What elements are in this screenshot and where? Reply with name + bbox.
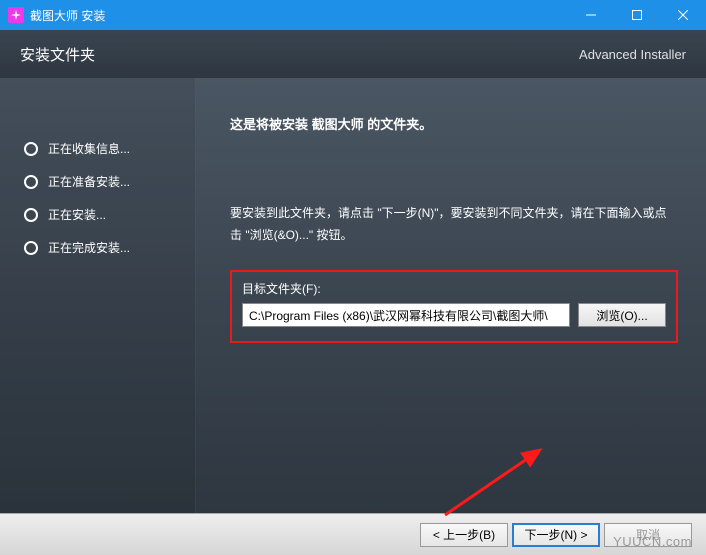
page-title: 安装文件夹: [20, 44, 95, 65]
app-icon: [8, 7, 24, 23]
step-label: 正在收集信息...: [48, 140, 130, 157]
maximize-button[interactable]: [614, 0, 660, 30]
target-row: 浏览(O)...: [242, 303, 666, 327]
step-finishing: 正在完成安装...: [24, 239, 195, 256]
step-collecting: 正在收集信息...: [24, 140, 195, 157]
sidebar: 正在收集信息... 正在准备安装... 正在安装... 正在完成安装...: [0, 78, 196, 513]
step-label: 正在准备安装...: [48, 173, 130, 190]
maximize-icon: [632, 10, 642, 20]
window-title: 截图大师 安装: [30, 7, 568, 24]
step-label: 正在完成安装...: [48, 239, 130, 256]
target-folder-box: 目标文件夹(F): 浏览(O)...: [230, 270, 678, 343]
content-area: 正在收集信息... 正在准备安装... 正在安装... 正在完成安装... 这是…: [0, 78, 706, 513]
browse-button[interactable]: 浏览(O)...: [578, 303, 666, 327]
next-button[interactable]: 下一步(N) >: [512, 523, 600, 547]
header: 安装文件夹 Advanced Installer: [0, 30, 706, 78]
main-panel: 这是将被安装 截图大师 的文件夹。 要安装到此文件夹，请点击 "下一步(N)"，…: [196, 78, 706, 513]
titlebar: 截图大师 安装: [0, 0, 706, 30]
installer-window: 截图大师 安装 安装文件夹 Advanced Installer 正在收集信息.…: [0, 0, 706, 555]
close-button[interactable]: [660, 0, 706, 30]
main-heading: 这是将被安装 截图大师 的文件夹。: [230, 114, 678, 133]
footer: < 上一步(B) 下一步(N) > 取消: [0, 513, 706, 555]
minimize-icon: [586, 10, 596, 20]
minimize-button[interactable]: [568, 0, 614, 30]
step-preparing: 正在准备安装...: [24, 173, 195, 190]
radio-icon: [24, 208, 38, 222]
back-button[interactable]: < 上一步(B): [420, 523, 508, 547]
main-instruction: 要安装到此文件夹，请点击 "下一步(N)"，要安装到不同文件夹，请在下面输入或点…: [230, 203, 678, 246]
close-icon: [678, 10, 688, 20]
radio-icon: [24, 241, 38, 255]
cancel-button: 取消: [604, 523, 692, 547]
window-controls: [568, 0, 706, 30]
radio-icon: [24, 175, 38, 189]
brand-label: Advanced Installer: [579, 47, 686, 62]
step-label: 正在安装...: [48, 206, 106, 223]
path-input[interactable]: [242, 303, 570, 327]
step-installing: 正在安装...: [24, 206, 195, 223]
target-folder-label: 目标文件夹(F):: [242, 280, 666, 297]
radio-icon: [24, 142, 38, 156]
